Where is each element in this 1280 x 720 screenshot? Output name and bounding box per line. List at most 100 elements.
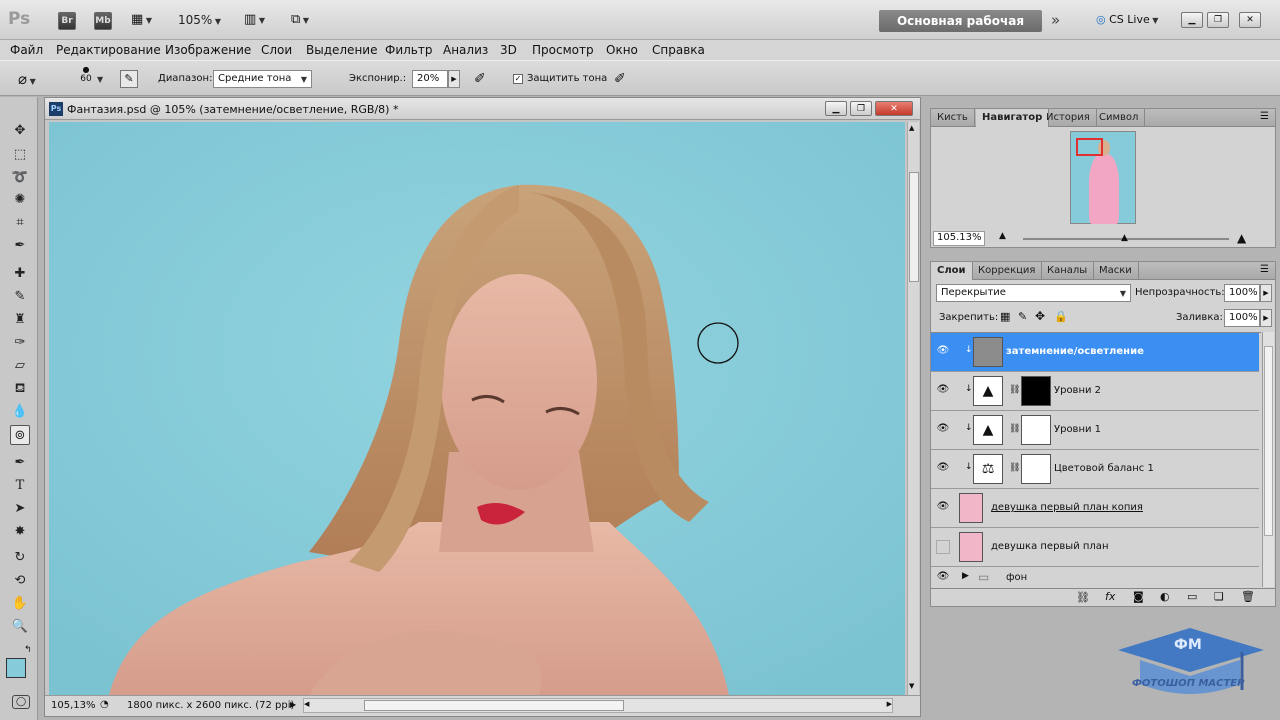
restore-app-button[interactable]: ❐ (1207, 12, 1229, 28)
lock-position-icon[interactable]: ✥ (1035, 309, 1045, 323)
horizontal-scroll-thumb[interactable] (364, 700, 624, 711)
navigator-view-box[interactable] (1076, 138, 1103, 156)
layer-row-levels-1[interactable]: 👁 ↓ ▲ ⛓ Уровни 1 (931, 411, 1259, 450)
protect-tones-checkbox[interactable]: ✓ (513, 74, 523, 84)
minibridge-button[interactable]: Mb (94, 12, 112, 30)
visibility-eye-icon[interactable]: 👁 (936, 384, 950, 398)
zoom-level-dropdown[interactable]: 105% ▼ (178, 13, 233, 27)
exposure-input[interactable]: 20% (412, 70, 448, 88)
tool-preset-picker[interactable]: ⌀ ▼ (18, 70, 36, 88)
brush-tool-icon[interactable]: ✎ (10, 287, 30, 307)
layer-row-background-group[interactable]: 👁 ▶ ▭ фон (931, 567, 1259, 587)
eraser-tool-icon[interactable]: ▱ (10, 356, 30, 376)
vertical-scroll-thumb[interactable] (909, 172, 919, 282)
visibility-eye-icon[interactable]: 👁 (936, 462, 950, 476)
new-adjustment-layer-icon[interactable]: ◐ (1160, 590, 1170, 603)
blend-mode-select[interactable]: Перекрытие ▼ (936, 284, 1131, 302)
workspace-switcher[interactable]: Основная рабочая среда (879, 10, 1042, 50)
new-layer-icon[interactable]: ❏ (1214, 590, 1224, 603)
zoom-out-icon[interactable]: ▲ (999, 231, 1006, 241)
arrange-documents-button[interactable]: ▥ ▼ (244, 12, 265, 27)
scroll-down-arrow-icon[interactable]: ▼ (909, 682, 914, 690)
type-tool-icon[interactable]: T (10, 476, 30, 496)
crop-tool-icon[interactable]: ⌗ (10, 213, 30, 233)
layer-row-girl-foreground[interactable]: девушка первый план (931, 528, 1259, 567)
new-group-icon[interactable]: ▭ (1187, 590, 1197, 603)
scroll-left-arrow-icon[interactable]: ◀ (304, 700, 309, 708)
extras-menu-button[interactable]: ▦ ▼ (131, 12, 157, 30)
zoom-tool-icon[interactable]: 🔍 (10, 617, 30, 637)
pen-tool-icon[interactable]: ✒ (10, 453, 30, 473)
shape-tool-icon[interactable]: ✸ (10, 522, 30, 542)
minimize-document-button[interactable]: ▁ (825, 101, 847, 116)
airbrush-icon[interactable]: ✐ (474, 71, 486, 87)
lock-all-icon[interactable]: 🔒 (1054, 310, 1068, 323)
range-select[interactable]: Средние тона ▼ (213, 70, 312, 88)
menu-edit[interactable]: Редактирование (56, 43, 161, 57)
close-document-button[interactable]: ✕ (875, 101, 913, 116)
eyedropper-tool-icon[interactable]: ✒ (10, 236, 30, 256)
zoom-slider-thumb-icon[interactable]: ▲ (1121, 233, 1128, 243)
exposure-slider-arrow-icon[interactable]: ▶ (448, 70, 460, 88)
layer-row-levels-2[interactable]: 👁 ↓ ▲ ⛓ Уровни 2 (931, 372, 1259, 411)
paint-bucket-tool-icon[interactable]: ⛾ (10, 379, 30, 399)
quick-selection-tool-icon[interactable]: ✺ (10, 190, 30, 210)
opacity-slider-arrow-icon[interactable]: ▶ (1260, 284, 1272, 302)
minimize-app-button[interactable]: ▁ (1181, 12, 1203, 28)
layer-row-girl-foreground-copy[interactable]: 👁 девушка первый план копия (931, 489, 1259, 528)
navigator-preview[interactable] (1070, 131, 1136, 224)
visibility-eye-icon[interactable]: 👁 (936, 501, 950, 515)
menu-image[interactable]: Изображение (165, 43, 251, 57)
layers-scroll-thumb[interactable] (1264, 346, 1273, 536)
swap-colors-icon[interactable]: ↰ (24, 645, 32, 655)
3d-rotate-tool-icon[interactable]: ↻ (10, 548, 30, 568)
visibility-eye-icon[interactable]: 👁 (936, 345, 950, 359)
tab-navigator[interactable]: Навигатор (976, 109, 1050, 127)
add-mask-icon[interactable]: ◙ (1133, 590, 1144, 603)
dodge-burn-tool-icon[interactable]: ⊚ (10, 425, 30, 445)
lock-transparency-icon[interactable]: ▦ (1000, 310, 1010, 323)
tab-brush[interactable]: Кисть (931, 109, 975, 127)
visibility-toggle-empty[interactable] (936, 540, 950, 554)
menu-help[interactable]: Справка (652, 43, 705, 57)
canvas[interactable] (49, 122, 905, 695)
3d-orbit-tool-icon[interactable]: ⟲ (10, 571, 30, 591)
vertical-scrollbar[interactable]: ▲ ▼ (907, 122, 919, 695)
blur-tool-icon[interactable]: 💧 (10, 402, 30, 422)
link-layers-icon[interactable]: ⛓ (1076, 591, 1090, 604)
restore-document-button[interactable]: ❐ (850, 101, 872, 116)
tab-channels[interactable]: Каналы (1041, 262, 1095, 280)
more-workspaces-icon[interactable]: » (1051, 11, 1060, 29)
menu-filter[interactable]: Фильтр (385, 43, 432, 57)
tab-adjustments[interactable]: Коррекция (972, 262, 1043, 280)
delete-layer-icon[interactable]: 🗑 (1241, 590, 1255, 603)
lasso-tool-icon[interactable]: ➰ (10, 168, 30, 188)
layer-style-fx-icon[interactable]: fx (1105, 590, 1115, 603)
navigator-zoom-input[interactable]: 105.13% (933, 231, 985, 246)
scroll-right-arrow-icon[interactable]: ▶ (887, 700, 892, 708)
path-selection-tool-icon[interactable]: ➤ (10, 499, 30, 519)
history-brush-tool-icon[interactable]: ✑ (10, 333, 30, 353)
cs-live-button[interactable]: ◎ CS Live ▼ (1096, 13, 1158, 26)
group-expand-arrow-icon[interactable]: ▶ (962, 571, 969, 581)
scroll-up-arrow-icon[interactable]: ▲ (909, 124, 914, 132)
opacity-input[interactable]: 100% (1224, 284, 1260, 302)
visibility-eye-icon[interactable]: 👁 (936, 423, 950, 437)
visibility-eye-icon[interactable]: 👁 (936, 571, 950, 585)
menu-layers[interactable]: Слои (261, 43, 292, 57)
healing-brush-tool-icon[interactable]: ✚ (10, 264, 30, 284)
tab-history[interactable]: История (1040, 109, 1097, 127)
move-tool-icon[interactable]: ✥ (10, 121, 30, 141)
quick-mask-icon[interactable]: ◯ (12, 695, 30, 709)
layer-row-dodge-burn[interactable]: 👁 ↓ затемнение/осветление (931, 333, 1259, 372)
brush-panel-toggle-icon[interactable]: ✎ (120, 70, 138, 88)
tab-masks[interactable]: Маски (1093, 262, 1139, 280)
hand-tool-icon[interactable]: ✋ (10, 594, 30, 614)
menu-window[interactable]: Окно (606, 43, 638, 57)
panel-menu-icon[interactable]: ☰ (1260, 111, 1269, 122)
horizontal-scrollbar[interactable]: ◀ ▶ (303, 698, 893, 713)
menu-file[interactable]: Файл (10, 43, 43, 57)
menu-analysis[interactable]: Анализ (443, 43, 488, 57)
clone-stamp-tool-icon[interactable]: ♜ (10, 310, 30, 330)
status-zoom[interactable]: 105,13% (51, 700, 96, 711)
